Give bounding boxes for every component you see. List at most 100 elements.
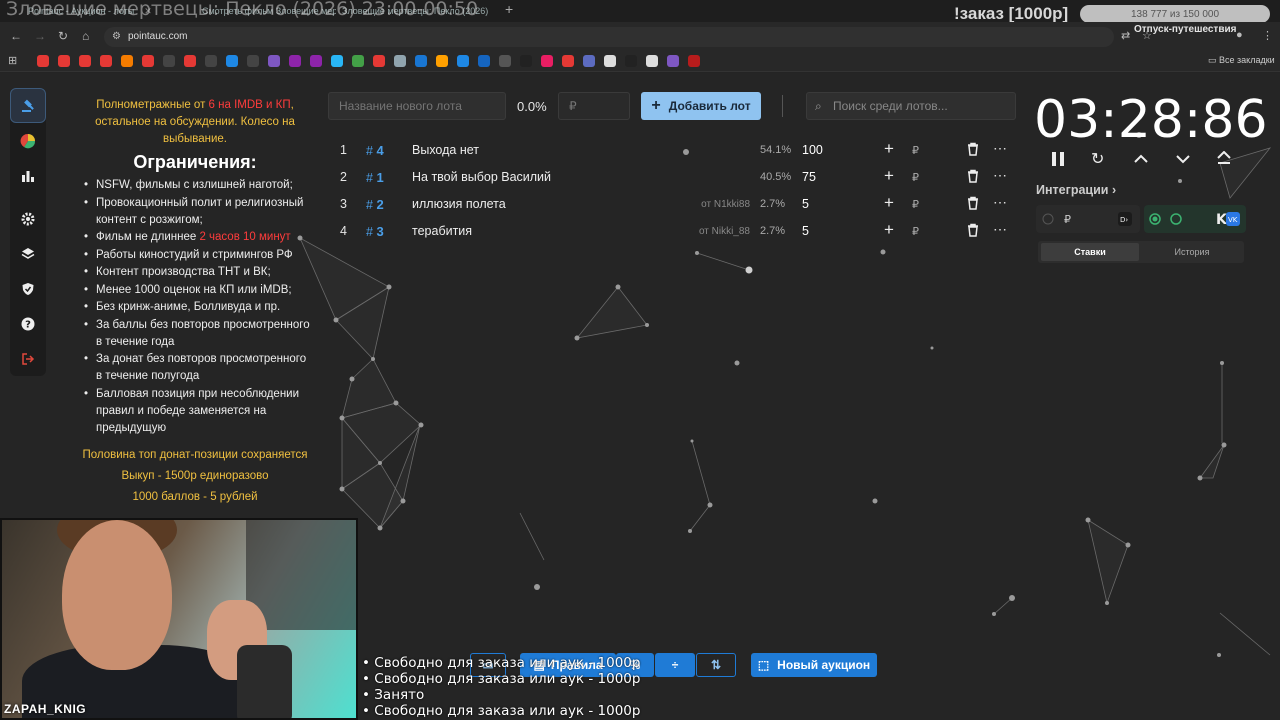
bookmark-favicon[interactable] <box>268 55 280 67</box>
sidebar-item-wheel[interactable] <box>10 123 46 158</box>
bookmark-favicon[interactable] <box>310 55 322 67</box>
sidebar-item-help[interactable]: ? <box>10 306 46 341</box>
tab-history[interactable]: История <box>1142 241 1242 263</box>
bookmark-favicon[interactable] <box>394 55 406 67</box>
bookmark-favicon[interactable] <box>373 55 385 67</box>
bookmark-favicon[interactable] <box>415 55 427 67</box>
menu-icon[interactable]: ⋮ <box>1262 29 1273 42</box>
table-row[interactable]: 1 # 4 Выхода нет 54.1% 100 + ₽ ⋯ <box>328 136 1018 163</box>
profile-avatar[interactable]: ● <box>1236 29 1243 41</box>
bookmark-favicon[interactable] <box>79 55 91 67</box>
more-icon[interactable]: ⋯ <box>993 194 1007 211</box>
all-bookmarks[interactable]: ▭ Все закладки <box>1208 55 1275 66</box>
bookmark-favicon[interactable] <box>457 55 469 67</box>
bookmark-favicon[interactable] <box>499 55 511 67</box>
add-lot-button[interactable]: + Добавить лот <box>641 92 761 120</box>
add-amount-button[interactable]: + <box>884 139 894 159</box>
bookmark-favicon[interactable] <box>100 55 112 67</box>
bookmark-favicon[interactable] <box>541 55 553 67</box>
bookmark-favicon[interactable] <box>289 55 301 67</box>
apps-icon[interactable]: ⊞ <box>8 54 17 67</box>
lot-name[interactable]: иллюзия полета <box>412 197 506 211</box>
donation-integration[interactable]: ₽ D› <box>1036 205 1140 233</box>
more-icon[interactable]: ⋯ <box>993 221 1007 238</box>
sidebar-item-auction[interactable] <box>10 88 46 123</box>
lot-amount[interactable]: 100 <box>802 143 823 157</box>
tab-bids[interactable]: Ставки <box>1041 243 1139 261</box>
url-field[interactable]: ⚙ pointauc.com <box>104 27 1114 47</box>
bookmark-favicon[interactable] <box>142 55 154 67</box>
bookmark-favicon[interactable] <box>667 55 679 67</box>
gear-icon <box>21 212 35 225</box>
lot-search-input[interactable]: ⌕ Поиск среди лотов... <box>806 92 1016 120</box>
new-auction-button[interactable]: ⬚ Новый аукцион <box>751 653 877 677</box>
lot-index: 1 <box>340 143 347 157</box>
home-icon[interactable]: ⌂ <box>82 29 89 43</box>
reload-icon[interactable]: ↻ <box>58 29 68 43</box>
trash-icon[interactable] <box>966 142 980 159</box>
pause-icon[interactable] <box>1051 151 1065 172</box>
table-row[interactable]: 3 # 2 иллюзия полета от N1kki88 2.7% 5 +… <box>328 190 1018 217</box>
table-row[interactable]: 4 # 3 терабития от Nikki_88 2.7% 5 + ₽ ⋯ <box>328 217 1018 244</box>
integrations-toggle[interactable]: Интеграции › <box>1036 183 1116 197</box>
sidebar-item-settings[interactable] <box>10 201 46 236</box>
list-item-text: Фильм не длиннее <box>96 231 200 243</box>
table-row[interactable]: 2 # 1 На твой выбор Василий 40.5% 75 + ₽… <box>328 163 1018 190</box>
list-item: • Свободно для заказа или аук - 1000р <box>362 703 641 719</box>
sidebar-item-security[interactable] <box>10 271 46 306</box>
bookmark-favicon[interactable] <box>436 55 448 67</box>
lot-name[interactable]: Выхода нет <box>412 143 479 157</box>
bookmark-favicon[interactable] <box>688 55 700 67</box>
more-icon[interactable]: ⋯ <box>993 140 1007 157</box>
lot-name[interactable]: терабития <box>412 224 472 238</box>
bookmark-favicon[interactable] <box>352 55 364 67</box>
forward-icon[interactable]: → <box>34 29 46 43</box>
new-lot-name-input[interactable] <box>328 92 506 120</box>
lot-name[interactable]: На твой выбор Василий <box>412 170 551 184</box>
new-tab-button[interactable]: + <box>505 1 513 17</box>
bookmark-favicon[interactable] <box>604 55 616 67</box>
bookmark-favicon[interactable] <box>520 55 532 67</box>
integrations-label: Интеграции <box>1036 183 1109 197</box>
add-amount-button[interactable]: + <box>884 193 894 213</box>
bookmark-favicon[interactable] <box>205 55 217 67</box>
webcam-overlay <box>0 518 358 720</box>
bookmark-favicon[interactable] <box>37 55 49 67</box>
increase-time-icon[interactable] <box>1134 151 1148 169</box>
bookmark-favicon[interactable] <box>163 55 175 67</box>
bookmark-favicon[interactable] <box>625 55 637 67</box>
bookmark-favicon[interactable] <box>478 55 490 67</box>
sidebar-item-layers[interactable] <box>10 236 46 271</box>
lot-percent: 2.7% <box>760 225 786 237</box>
bookmark-favicon[interactable] <box>562 55 574 67</box>
lot-amount[interactable]: 5 <box>802 224 809 238</box>
bookmark-favicon[interactable] <box>646 55 658 67</box>
sidebar-item-stats[interactable] <box>10 158 46 193</box>
points-integration[interactable]: K VK <box>1144 205 1246 233</box>
bookmark-favicon[interactable] <box>226 55 238 67</box>
lot-amount[interactable]: 75 <box>802 170 816 184</box>
add-amount-button[interactable]: + <box>884 220 894 240</box>
more-icon[interactable]: ⋯ <box>993 167 1007 184</box>
bookmark-favicon[interactable] <box>121 55 133 67</box>
reset-icon[interactable]: ↻ <box>1091 149 1104 169</box>
trash-icon[interactable] <box>966 196 980 213</box>
trash-icon[interactable] <box>966 223 980 240</box>
sidebar-item-logout[interactable] <box>10 341 46 376</box>
trash-icon[interactable] <box>966 169 980 186</box>
back-icon[interactable]: ← <box>10 29 22 43</box>
lot-amount[interactable]: 5 <box>802 197 809 211</box>
bookmark-favicon[interactable] <box>331 55 343 67</box>
divide-button[interactable]: ÷ <box>655 653 695 677</box>
bookmark-favicon[interactable] <box>184 55 196 67</box>
bookmark-favicon[interactable] <box>247 55 259 67</box>
bookmark-favicon[interactable] <box>58 55 70 67</box>
add-amount-button[interactable]: + <box>884 166 894 186</box>
translate-icon[interactable]: ⇄ <box>1121 29 1130 42</box>
decrease-time-icon[interactable] <box>1176 151 1190 169</box>
new-lot-amount-input[interactable]: ₽ <box>558 92 630 120</box>
site-settings-icon[interactable]: ⚙ <box>112 27 121 47</box>
double-time-icon[interactable] <box>1216 150 1232 170</box>
sort-button[interactable]: ⇅ <box>696 653 736 677</box>
bookmark-favicon[interactable] <box>583 55 595 67</box>
